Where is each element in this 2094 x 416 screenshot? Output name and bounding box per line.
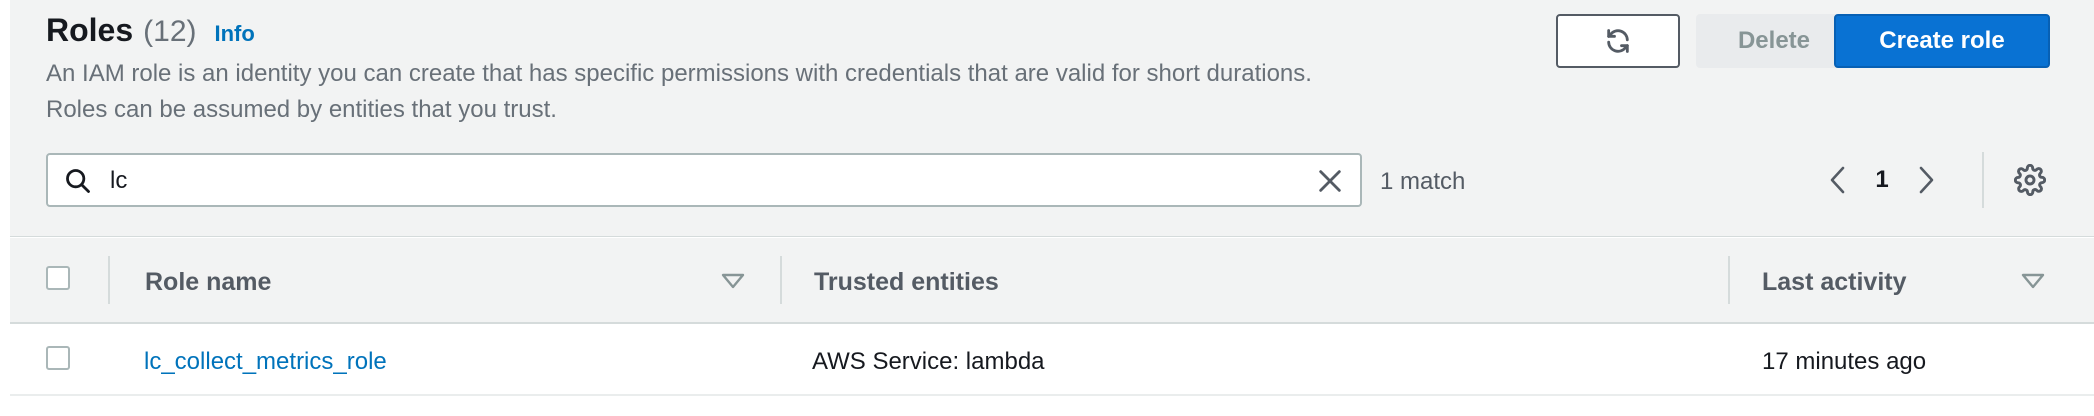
- chevron-left-icon: [1830, 166, 1845, 194]
- search-value: lc: [110, 167, 128, 194]
- pagination: 1: [1820, 158, 1944, 202]
- refresh-button[interactable]: [1556, 14, 1680, 68]
- column-header-role-name[interactable]: Role name: [145, 268, 271, 297]
- column-header-trusted-entities: Trusted entities: [814, 268, 999, 296]
- column-divider: [1728, 256, 1730, 304]
- trusted-entities-cell: AWS Service: lambda: [812, 348, 1045, 375]
- column-header-last-activity[interactable]: Last activity: [1762, 268, 1907, 297]
- page-description: An IAM role is an identity you can creat…: [46, 60, 1312, 123]
- clear-search-icon[interactable]: [1316, 167, 1344, 195]
- refresh-icon: [1607, 29, 1629, 53]
- next-page-button[interactable]: [1908, 158, 1944, 202]
- sort-down-icon[interactable]: [2020, 272, 2046, 290]
- page-number[interactable]: 1: [1856, 166, 1908, 194]
- column-divider: [108, 256, 110, 304]
- select-all-checkbox[interactable]: [46, 266, 70, 290]
- page-title: Roles: [46, 12, 134, 48]
- info-link[interactable]: Info: [215, 21, 255, 47]
- table-row: lc_collect_metrics_role AWS Service: lam…: [10, 326, 2094, 396]
- sort-down-icon[interactable]: [720, 272, 746, 290]
- page-title-row: Roles (12) Info: [46, 12, 255, 49]
- roles-count: (12): [143, 15, 197, 48]
- last-activity-cell: 17 minutes ago: [1762, 348, 1927, 375]
- gear-icon[interactable]: [2014, 164, 2046, 196]
- delete-button[interactable]: Delete: [1696, 14, 1852, 68]
- match-count: 1 match: [1380, 168, 1466, 195]
- chevron-right-icon: [1919, 166, 1934, 194]
- pager-divider: [1982, 152, 1984, 208]
- search-icon: [66, 169, 90, 193]
- role-name-link[interactable]: lc_collect_metrics_role: [144, 348, 387, 376]
- create-role-button[interactable]: Create role: [1834, 14, 2050, 68]
- table-header: Role name Trusted entities Last activity: [10, 238, 2094, 324]
- column-divider: [780, 256, 782, 304]
- row-checkbox[interactable]: [46, 346, 70, 370]
- search-input[interactable]: lc: [46, 153, 1362, 207]
- previous-page-button[interactable]: [1820, 158, 1856, 202]
